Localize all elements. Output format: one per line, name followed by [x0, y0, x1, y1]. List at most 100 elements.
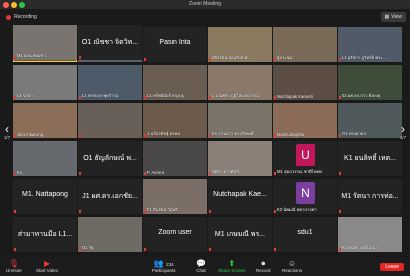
- participant-name-center: Zoom user: [158, 229, 192, 236]
- muted-icon: [339, 58, 341, 61]
- participant-tile[interactable]: M1. Nattapong: [13, 179, 77, 214]
- unmute-label: Unmute: [6, 268, 22, 273]
- participant-tile[interactable]: K1 ฐนพร เหตโม่สุ่ม: [338, 217, 402, 252]
- muted-icon: [79, 134, 81, 137]
- page-indicator-right: 1/7: [399, 135, 407, 140]
- participant-tile[interactable]: K1: [13, 141, 77, 176]
- participant-name-label: Jitra Intawong: [17, 132, 44, 137]
- participant-tile[interactable]: Pasin Inta: [143, 27, 207, 62]
- participant-video: [13, 141, 77, 176]
- participant-tile[interactable]: ส่ามาทานมือ L1...: [13, 217, 77, 252]
- record-button[interactable]: ⏺ Record: [256, 259, 271, 276]
- participant-tile[interactable]: J1 ผศ.ดร.เอกชัย...: [78, 179, 142, 214]
- previous-page-button[interactable]: ‹ 1/7: [1, 118, 13, 146]
- participant-tile[interactable]: L1 ทรัพย์ฉัตร์ ทรุงบุบุ: [143, 65, 207, 100]
- participant-tile[interactable]: Nutchapak Kae...: [208, 179, 272, 214]
- participants-icon: 👥: [153, 259, 164, 268]
- participant-tile[interactable]: O1 ธัญลักษณ์ พ...: [78, 141, 142, 176]
- participant-tile[interactable]: Mashudingkhu: [273, 103, 337, 138]
- participants-button[interactable]: 👥 234 Participants: [152, 259, 176, 276]
- participant-tile[interactable]: K1 ยนลิทธิ์ เหต...: [338, 141, 402, 176]
- muted-icon: [79, 172, 81, 175]
- microphone-muted-icon: 🎙: [8, 259, 19, 268]
- participant-tile[interactable]: L1 ขาย่า: [13, 65, 77, 100]
- participant-tile[interactable]: O1 ณัชชา จิตวิท...: [78, 25, 142, 60]
- participant-tile[interactable]: L1 ฐรัชกา ภูวิทย์ย์ พระ...: [338, 27, 402, 62]
- participant-name-label: M1 ผรน พรมชา: [17, 53, 46, 58]
- start-video-button[interactable]: ▶ Start Video: [36, 259, 58, 276]
- participant-name-label: 02 ผศ.ดร.สาว ยิ่งยงยุ: [342, 93, 381, 98]
- muted-icon: [14, 172, 16, 175]
- chat-button[interactable]: 💬 Chat: [196, 259, 206, 276]
- participant-tile[interactable]: Zoom user: [143, 217, 207, 252]
- muted-icon: [14, 96, 16, 99]
- participant-name-center: J1 ผศ.ดร.เอกชัย...: [82, 193, 138, 200]
- next-page-button[interactable]: › 1/7: [397, 118, 409, 146]
- meeting-toolbar: 🎙 Unmute ▶ Start Video 👥 234 Participant…: [0, 258, 410, 276]
- recording-indicator[interactable]: Recording: [6, 12, 37, 22]
- participant-name-center: O1 ณัชชา จิตวิท...: [81, 39, 139, 46]
- participant-tile[interactable]: ชุติรา ขาวศิลป์: [208, 141, 272, 176]
- participant-name-label: K1: [17, 170, 23, 175]
- participant-tile[interactable]: M1 รัตนา การท่อ...: [338, 179, 402, 214]
- muted-icon: [79, 56, 81, 59]
- share-screen-icon: ⬆: [228, 259, 236, 268]
- participant-name-label: L 1 นัพชา ภูมิโสม พวกรณ์: [212, 93, 259, 98]
- participant-name-center: sdu1: [297, 229, 313, 236]
- participant-tile[interactable]: sdu1: [273, 217, 337, 252]
- participant-tile[interactable]: 02 ผศ.ดร.สาว ยิ่งยงยุ: [338, 65, 402, 100]
- grid-icon: ▦: [384, 14, 390, 20]
- participant-tile[interactable]: ผู้ประชุม: [273, 27, 337, 62]
- share-screen-label: Share Screen: [218, 268, 246, 273]
- participant-tile[interactable]: F1 สินรัตน์ วิสุทธิ: [143, 179, 207, 214]
- muted-icon: [144, 248, 146, 251]
- muted-icon: [339, 210, 341, 213]
- meeting-topbar: Recording ▦ View: [0, 9, 410, 25]
- muted-icon: [79, 248, 81, 251]
- participant-tile[interactable]: [78, 103, 142, 138]
- participant-tile[interactable]: ศรีอรัตน์ ย้อนสิงห์ ศ...: [208, 27, 272, 62]
- participant-tile[interactable]: 1 ปภัสรดิษฐ์ ทรพอ: [143, 103, 207, 138]
- participant-tile[interactable]: K1 สวนสวา ทรงวีรพงศ์: [208, 103, 272, 138]
- view-button[interactable]: ▦ View: [380, 12, 406, 22]
- participant-name-label: F1 สินรัตน์ วิสุทธิ: [147, 207, 178, 212]
- participant-tile[interactable]: Nutchapak Kaewsri: [273, 65, 337, 100]
- share-screen-button[interactable]: ⬆ Share Screen: [218, 259, 246, 276]
- participant-name-label: L1 ฐรัชกา ภูวิทย์ย์ พระ...: [342, 55, 386, 60]
- leave-button[interactable]: Leave: [380, 263, 404, 271]
- participant-tile[interactable]: M1 เกษมณี พร...: [208, 217, 272, 252]
- participant-tile[interactable]: N K3 นัพมณี พยาบาลศา: [273, 179, 337, 214]
- reactions-button[interactable]: ☺ Reactions: [282, 259, 302, 276]
- participant-name-label: P. Aurora: [147, 170, 164, 175]
- muted-icon: [274, 58, 276, 61]
- participant-name-label: ชุติรา ขาวศิลป์: [212, 169, 239, 174]
- muted-icon: [209, 96, 211, 99]
- muted-icon: [209, 58, 211, 61]
- participant-tile[interactable]: U M1 สุมลวรรณ ชาติไทยพ: [273, 141, 337, 176]
- muted-icon: [274, 134, 276, 137]
- participant-name-label: L1 ทรัพย์ฉัตร์ ทรุงบุบุ: [147, 93, 185, 98]
- participant-tile[interactable]: O1 รัฐ: [78, 217, 142, 252]
- participant-name-label: K3 นัพมณี พยาบาลศา: [277, 207, 317, 212]
- gallery-grid: มหาวิทยาลัยราชภัฏจันผ. ตามพรายแก้ ทองสวย…: [0, 25, 410, 258]
- participant-tile[interactable]: L 1 นัพชา ภูมิโสม พวกรณ์: [208, 65, 272, 100]
- participants-count: 234: [166, 262, 174, 267]
- avatar: N: [296, 182, 315, 204]
- participant-tile[interactable]: P. Aurora: [143, 141, 207, 176]
- participant-tile[interactable]: O1 ทรงมายส: [338, 103, 402, 138]
- muted-icon: [14, 56, 16, 59]
- participant-tile[interactable]: M1 ผรน พรมชา: [13, 25, 77, 60]
- participant-name-label: O1 ทรงมายส: [342, 131, 366, 136]
- unmute-button[interactable]: 🎙 Unmute: [6, 259, 22, 276]
- participant-tile[interactable]: Jitra Intawong: [13, 103, 77, 138]
- muted-icon: [274, 248, 276, 251]
- participant-tile[interactable]: L1 พรรษงร พุทรำรอ: [78, 65, 142, 100]
- participant-name-label: L1 ขาย่า: [17, 93, 33, 98]
- recording-label: Recording: [14, 14, 37, 20]
- chat-label: Chat: [196, 268, 206, 273]
- participant-name-center: M1 เกษมณี พร...: [214, 231, 266, 238]
- muted-icon: [79, 96, 81, 99]
- muted-icon: [339, 96, 341, 99]
- muted-icon: [144, 96, 146, 99]
- participant-name-label: 1 ปภัสรดิษฐ์ ทรพอ: [147, 131, 180, 136]
